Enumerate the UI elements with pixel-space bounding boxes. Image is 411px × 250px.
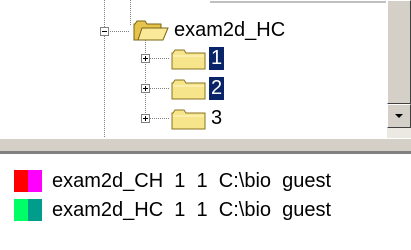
item-path: C:\bio: [218, 199, 272, 221]
dataset-list: exam2d_CH 1 1 C:\bio guest exam2d_HC 1 1…: [0, 152, 411, 250]
item-col1: 1: [174, 170, 186, 192]
tree-node-parent[interactable]: exam2d_HC: [172, 19, 287, 42]
list-item[interactable]: exam2d_CH 1 1 C:\bio guest: [0, 166, 411, 194]
color-swatch: [14, 170, 42, 192]
color-swatch-right: [28, 170, 42, 192]
open-folder-icon: [133, 20, 169, 41]
item-name: exam2d_HC: [52, 199, 164, 221]
color-swatch-right: [28, 199, 42, 221]
tree-pane: exam2d_HC 1 2 3: [0, 0, 411, 138]
item-name: exam2d_CH: [52, 170, 164, 192]
item-col1: 1: [174, 199, 186, 221]
scroll-thumb[interactable]: [387, 0, 411, 104]
item-user: guest: [282, 199, 332, 221]
tree-node-child[interactable]: 1: [209, 47, 225, 70]
expand-toggle-icon[interactable]: [141, 84, 150, 93]
collapse-toggle-icon[interactable]: [100, 27, 109, 36]
item-user: guest: [282, 170, 332, 192]
folder-icon: [171, 79, 206, 100]
list-item-text: exam2d_CH 1 1 C:\bio guest: [52, 168, 331, 194]
down-arrow-icon: [395, 114, 403, 118]
folder-icon: [171, 49, 206, 70]
item-col2: 1: [196, 199, 208, 221]
list-item[interactable]: exam2d_HC 1 1 C:\bio guest: [0, 195, 411, 223]
folder-icon: [171, 109, 206, 130]
list-item-text: exam2d_HC 1 1 C:\bio guest: [52, 197, 331, 223]
item-path: C:\bio: [218, 170, 272, 192]
folder-tree[interactable]: exam2d_HC 1 2 3: [0, 0, 387, 138]
expand-toggle-icon[interactable]: [141, 114, 150, 123]
color-swatch: [14, 199, 42, 221]
color-swatch-left: [14, 199, 28, 221]
item-col2: 1: [196, 170, 208, 192]
color-swatch-left: [14, 170, 28, 192]
tree-node-child[interactable]: 2: [209, 77, 225, 100]
scroll-down-button[interactable]: [387, 104, 411, 128]
tree-node-child[interactable]: 3: [209, 107, 224, 130]
pane-splitter[interactable]: [0, 138, 411, 152]
vertical-scrollbar[interactable]: [387, 0, 411, 138]
expand-toggle-icon[interactable]: [141, 54, 150, 63]
